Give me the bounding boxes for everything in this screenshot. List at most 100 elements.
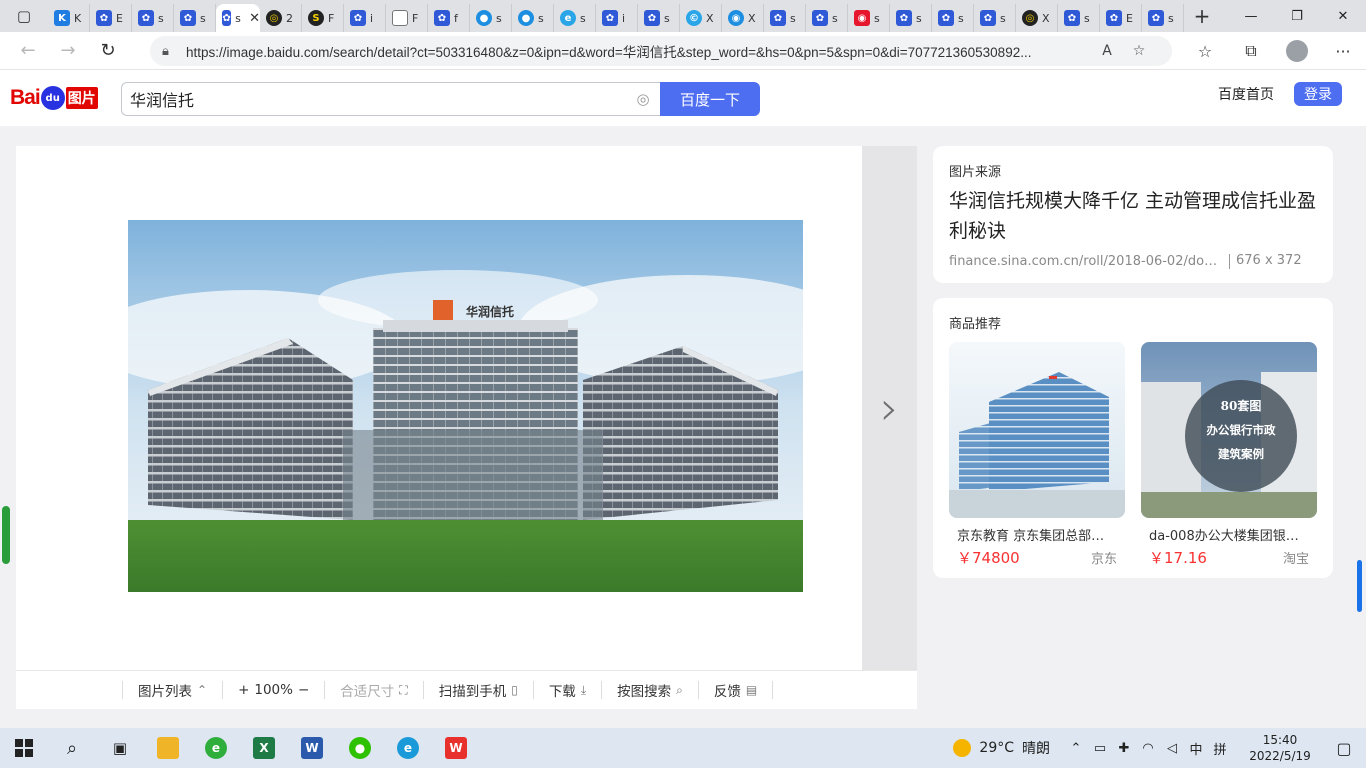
browser-tab[interactable]: ● s	[470, 4, 512, 32]
browser-tab[interactable]: ✿ s	[1142, 4, 1184, 32]
minimize-icon[interactable]: —	[1228, 0, 1274, 32]
start-button[interactable]	[0, 728, 48, 768]
browser-tab[interactable]: ◉ X	[722, 4, 764, 32]
edge-icon[interactable]: e	[384, 728, 432, 768]
wps-icon[interactable]: W	[432, 728, 480, 768]
zoom-in-button[interactable]: +	[238, 682, 249, 698]
page-scrollbar[interactable]	[1353, 126, 1366, 726]
tab-active[interactable]: ✿ s ✕	[216, 4, 260, 32]
browser-tab[interactable]: ✿ f	[428, 4, 470, 32]
tab-title: s	[958, 11, 964, 25]
search-by-image-button[interactable]: 按图搜索 ⌕	[601, 681, 698, 700]
browser-tab[interactable]: ● s	[512, 4, 554, 32]
search-input[interactable]: 华润信托 ◎	[121, 82, 661, 116]
browser-tab[interactable]: © X	[680, 4, 722, 32]
collections-icon[interactable]: ⧉	[1228, 32, 1274, 70]
task-view-icon[interactable]: ▣	[96, 728, 144, 768]
url-text[interactable]: https://image.baidu.com/search/detail?ct…	[186, 41, 1091, 61]
volume-icon[interactable]: ◁	[1160, 741, 1184, 756]
camera-icon[interactable]: ◎	[625, 90, 661, 108]
ime-mode[interactable]: 拼	[1208, 739, 1232, 758]
paw-icon: ✿	[1064, 10, 1080, 26]
weather-temp: 29°C	[979, 740, 1014, 756]
read-aloud-icon[interactable]: A	[1091, 43, 1123, 59]
browser-tab[interactable]: ◎ X	[1016, 4, 1058, 32]
browser-tab[interactable]: ✿ s	[174, 4, 216, 32]
tray-chevron-icon[interactable]: ⌃	[1064, 741, 1088, 756]
next-image-button[interactable]: ›	[862, 146, 917, 670]
browser-tab[interactable]: KK	[48, 4, 90, 32]
image-list-button[interactable]: 图片列表 ⌃	[122, 681, 222, 700]
notification-icon[interactable]: ▢	[1322, 739, 1366, 758]
product-item[interactable]: 80套图 办公银行市政 建筑案例 da-008办公大楼集团银行… ￥17.16 …	[1141, 342, 1317, 568]
tab-actions-icon[interactable]: ▢	[0, 0, 48, 32]
cyan-icon: ©	[686, 10, 702, 26]
browser-tab[interactable]: ✿ i	[344, 4, 386, 32]
search-taskbar-icon[interactable]: ⌕	[48, 728, 96, 768]
favorites-icon[interactable]: ☆	[1182, 32, 1228, 70]
word-icon[interactable]: W	[288, 728, 336, 768]
search-button[interactable]: 百度一下	[660, 82, 760, 116]
back-button[interactable]: ←	[8, 32, 48, 70]
wechat-icon[interactable]: ●	[336, 728, 384, 768]
browser-tab[interactable]: ✿ s	[806, 4, 848, 32]
tab-title: s	[832, 11, 838, 25]
browser-tab[interactable]: ✿ s	[974, 4, 1016, 32]
scrollbar-thumb[interactable]	[1357, 560, 1362, 612]
login-button[interactable]: 登录	[1294, 82, 1342, 106]
profile-avatar[interactable]	[1286, 40, 1308, 62]
add-favorite-icon[interactable]: ☆	[1123, 43, 1155, 59]
refresh-button[interactable]: ↻	[88, 32, 128, 70]
close-window-icon[interactable]: ✕	[1320, 0, 1366, 32]
browser-tab[interactable]: ◎ 2	[260, 4, 302, 32]
tab-title: K	[74, 11, 82, 25]
browser-tab[interactable]: ✿ E	[1100, 4, 1142, 32]
ime-language[interactable]: 中	[1184, 739, 1208, 758]
more-menu-icon[interactable]: ···	[1320, 32, 1366, 70]
browser-tab[interactable]: ✿ E	[90, 4, 132, 32]
battery-icon[interactable]: ▭	[1088, 741, 1112, 756]
source-title-link[interactable]: 华润信托规模大降千亿 主动管理成信托业盈利秘诀	[949, 186, 1317, 246]
restore-icon[interactable]: ❐	[1274, 0, 1320, 32]
download-button[interactable]: 下载 ⤓	[532, 681, 601, 700]
product-name[interactable]: da-008办公大楼集团银行…	[1141, 525, 1317, 544]
zoom-out-button[interactable]: −	[298, 682, 309, 698]
browser-tab[interactable]: ✿ i	[596, 4, 638, 32]
excel-icon[interactable]: X	[240, 728, 288, 768]
browser-tab[interactable]: ✿ s	[932, 4, 974, 32]
browser-tab[interactable]: SF	[302, 4, 344, 32]
file-explorer-icon[interactable]	[144, 728, 192, 768]
browser-tab[interactable]: ◉ s	[848, 4, 890, 32]
search-query[interactable]: 华润信托	[130, 87, 625, 111]
url-box[interactable]: 🔒︎ https://image.baidu.com/search/detail…	[150, 36, 1172, 66]
weather-text: 晴朗	[1022, 741, 1050, 757]
browser-360-icon[interactable]: e	[192, 728, 240, 768]
app-tray-icon[interactable]: ✚	[1112, 741, 1136, 756]
browser-tab[interactable]: ✿ s	[1058, 4, 1100, 32]
browser-tab[interactable]: ✿ s	[890, 4, 932, 32]
scan-to-phone-button[interactable]: 扫描到手机 ▯	[422, 681, 533, 700]
browser-tab[interactable]: ✿ s	[764, 4, 806, 32]
product-name[interactable]: 京东教育 京东集团总部研…	[949, 525, 1125, 544]
browser-tab[interactable]: ✿ s	[638, 4, 680, 32]
wifi-icon[interactable]: ◠	[1136, 741, 1160, 756]
tab-title: s	[1000, 11, 1006, 25]
main-image[interactable]: 华润信托	[128, 220, 803, 592]
browser-tab[interactable]: es	[554, 4, 596, 32]
source-url[interactable]: finance.sina.com.cn/roll/2018-06-02/doc-…	[949, 254, 1221, 269]
product-item[interactable]: 京东教育 京东集团总部研… ￥74800 京东	[949, 342, 1125, 568]
browser-tab[interactable]: ✿ s	[132, 4, 174, 32]
feedback-button[interactable]: 反馈 ▤	[697, 681, 774, 700]
forward-button[interactable]: →	[48, 32, 88, 70]
baidu-home-link[interactable]: 百度首页	[1218, 84, 1274, 104]
product-thumbnail[interactable]: 80套图 办公银行市政 建筑案例	[1141, 342, 1317, 518]
baidu-image-logo[interactable]: Bai du 图片	[10, 80, 112, 116]
browser-tab[interactable]: F	[386, 4, 428, 32]
new-tab-button[interactable]: +	[1184, 0, 1220, 32]
weather-widget[interactable]: 29°C 晴朗	[953, 738, 1050, 758]
product-thumbnail[interactable]	[949, 342, 1125, 518]
close-tab-icon[interactable]: ✕	[249, 11, 260, 26]
clock[interactable]: 15:40 2022/5/19	[1238, 732, 1322, 764]
left-drag-handle[interactable]	[2, 506, 10, 564]
fit-size-button[interactable]: 合适尺寸 ⛶	[324, 681, 422, 700]
